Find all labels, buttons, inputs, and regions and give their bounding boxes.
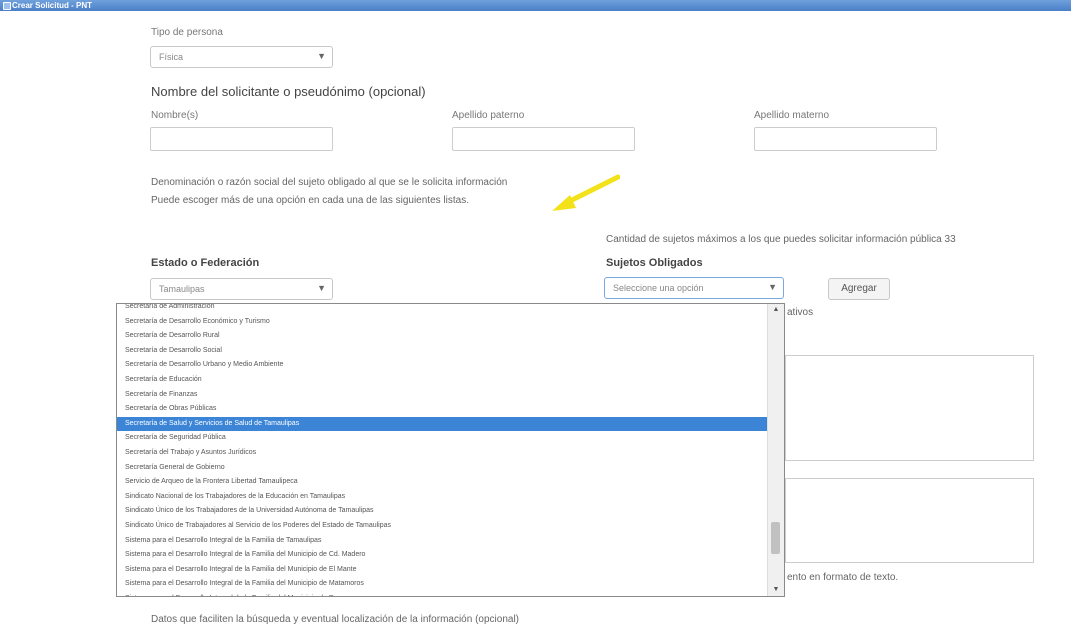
chevron-down-icon: ▼ xyxy=(317,283,326,293)
highlight-arrow-icon xyxy=(552,174,620,211)
tipo-persona-label: Tipo de persona xyxy=(151,27,223,38)
sujetos-select[interactable]: Seleccione una opción ▼ xyxy=(604,277,784,299)
dropdown-option[interactable]: Sistema para el Desarrollo Integral de l… xyxy=(117,577,769,592)
apellido-materno-input[interactable] xyxy=(754,127,937,151)
dropdown-option[interactable]: Sindicato Único de Trabajadores al Servi… xyxy=(117,519,769,534)
dropdown-options: Secretaría de Administración Secretaría d… xyxy=(117,304,769,596)
window-title: Crear Solicitud - PNT xyxy=(12,1,93,10)
dropdown-option[interactable]: Sistema para el Desarrollo Integral de l… xyxy=(117,563,769,578)
dropdown-option[interactable]: Sindicato Único de los Trabajadores de l… xyxy=(117,504,769,519)
dropdown-option[interactable]: Secretaría de Administración xyxy=(117,304,769,315)
scroll-thumb[interactable] xyxy=(771,522,780,554)
denominacion-hint: Puede escoger más de una opción en cada … xyxy=(151,195,469,206)
dropdown-option[interactable]: Secretaría de Desarrollo Rural xyxy=(117,329,769,344)
dropdown-option[interactable]: Sistema para el Desarrollo Integral de l… xyxy=(117,534,769,549)
dropdown-option[interactable]: Secretaría de Seguridad Pública xyxy=(117,431,769,446)
solicitante-heading: Nombre del solicitante o pseudónimo (opc… xyxy=(151,84,426,99)
chevron-down-icon: ▼ xyxy=(768,282,777,292)
estado-value: Tamaulipas xyxy=(159,284,205,294)
apellido-paterno-label: Apellido paterno xyxy=(452,110,525,121)
dropdown-option[interactable]: Secretaría de Obras Públicas xyxy=(117,402,769,417)
estado-label: Estado o Federación xyxy=(151,257,260,269)
agregar-button[interactable]: Agregar xyxy=(828,278,890,300)
tipo-persona-select[interactable]: Física ▼ xyxy=(150,46,333,68)
denominacion-text: Denominación o razón social del sujeto o… xyxy=(151,177,508,188)
dropdown-option[interactable]: Secretaría de Educación xyxy=(117,373,769,388)
cantidad-sujetos-text: Cantidad de sujetos máximos a los que pu… xyxy=(606,234,956,245)
app-icon xyxy=(3,2,11,10)
sujetos-label: Sujetos Obligados xyxy=(606,257,703,269)
tipo-persona-value: Física xyxy=(159,52,184,62)
dropdown-option[interactable]: Secretaría del Trabajo y Asuntos Jurídic… xyxy=(117,446,769,461)
dropdown-option[interactable]: Sistema para el Desarrollo Integral de l… xyxy=(117,548,769,563)
partial-text: ativos xyxy=(787,307,814,318)
estado-select[interactable]: Tamaulipas ▼ xyxy=(150,278,333,300)
otros-datos-textarea[interactable] xyxy=(785,478,1034,563)
dropdown-option[interactable]: Sindicato Nacional de los Trabajadores d… xyxy=(117,490,769,505)
formato-text: ento en formato de texto. xyxy=(787,572,899,583)
apellido-materno-label: Apellido materno xyxy=(754,110,830,121)
sujetos-dropdown-list[interactable]: Secretaría de Administración Secretaría d… xyxy=(116,303,785,597)
nombre-input[interactable] xyxy=(150,127,333,151)
dropdown-scrollbar[interactable]: ▲ ▼ xyxy=(767,304,784,596)
apellido-paterno-input[interactable] xyxy=(452,127,635,151)
dropdown-option[interactable]: Servicio de Arqueo de la Frontera Libert… xyxy=(117,475,769,490)
dropdown-option[interactable]: Secretaría General de Gobierno xyxy=(117,461,769,476)
dropdown-option[interactable]: Sistema para el Desarrollo Integral de l… xyxy=(117,592,769,596)
chevron-down-icon: ▼ xyxy=(317,51,326,61)
window-titlebar: Crear Solicitud - PNT xyxy=(0,0,1071,11)
dropdown-option[interactable]: Secretaría de Finanzas xyxy=(117,388,769,403)
scroll-up-icon[interactable]: ▲ xyxy=(768,304,784,316)
dropdown-option[interactable]: Secretaría de Desarrollo Social xyxy=(117,344,769,359)
nombre-label: Nombre(s) xyxy=(151,110,199,121)
dropdown-option[interactable]: Secretaría de Desarrollo Urbano y Medio … xyxy=(117,358,769,373)
descripcion-textarea[interactable] xyxy=(785,355,1034,461)
scroll-down-icon[interactable]: ▼ xyxy=(768,584,784,596)
sujetos-placeholder: Seleccione una opción xyxy=(613,283,704,293)
dropdown-option[interactable]: Secretaría de Salud y Servicios de Salud… xyxy=(117,416,769,432)
dropdown-option[interactable]: Secretaría de Desarrollo Económico y Tur… xyxy=(117,315,769,330)
datos-localizacion-heading: Datos que faciliten la búsqueda y eventu… xyxy=(151,614,519,625)
